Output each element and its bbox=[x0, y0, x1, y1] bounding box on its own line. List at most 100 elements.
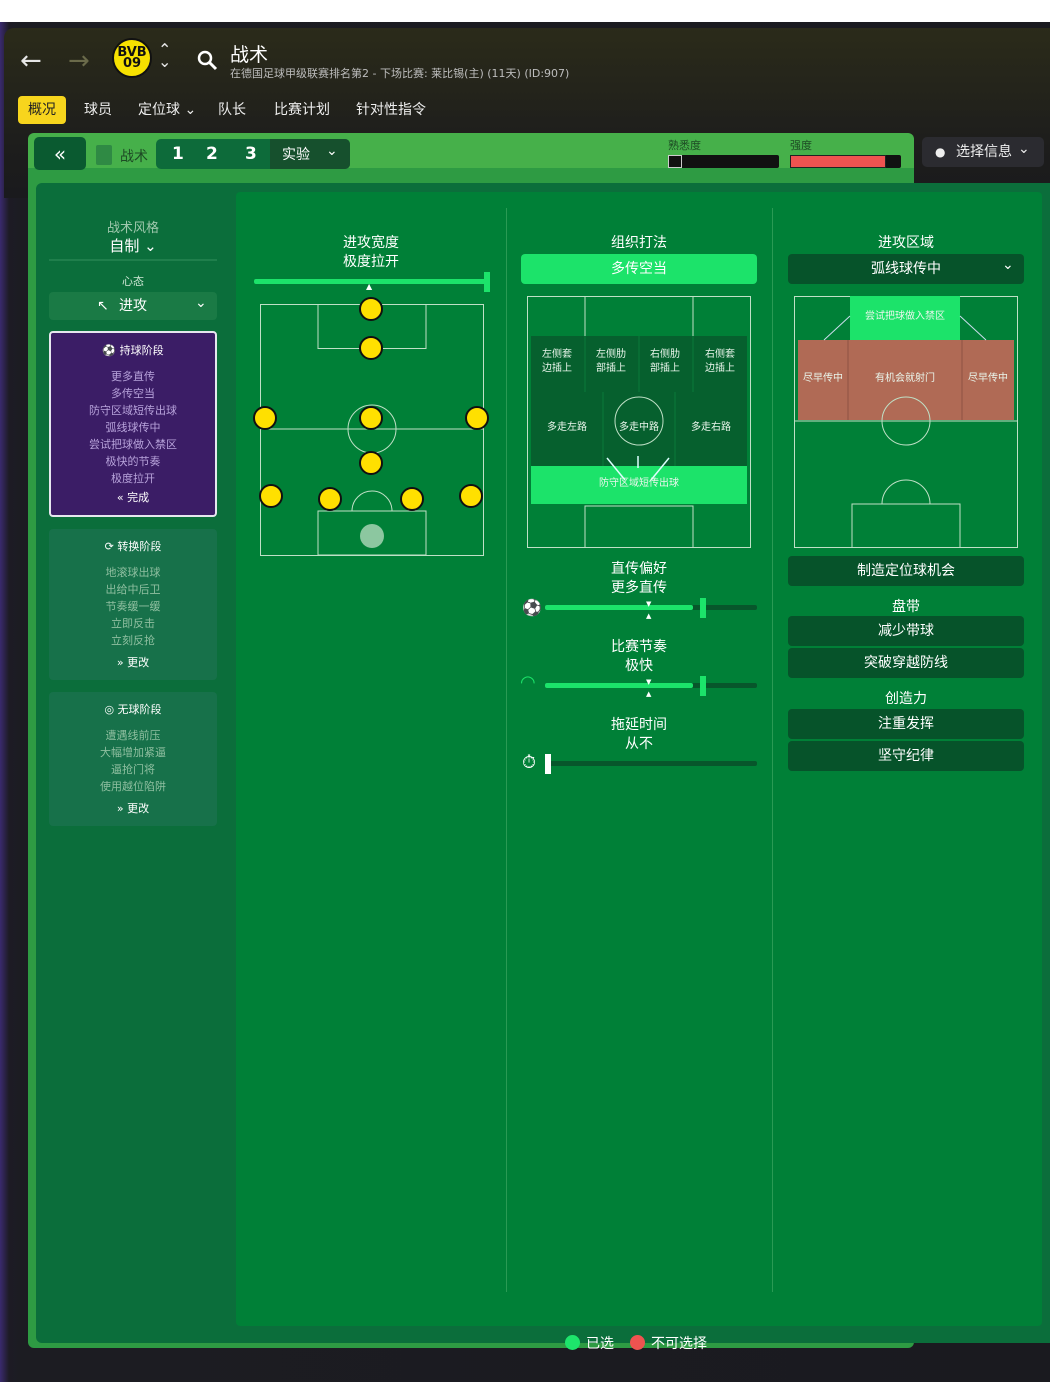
mode-dropdown[interactable]: 实验 ⌄ bbox=[270, 139, 350, 169]
list-item: 逼抢门将 bbox=[111, 763, 155, 776]
mode-label: 实验 bbox=[282, 147, 310, 163]
collapse-button[interactable]: « bbox=[34, 137, 86, 170]
intensity-fill bbox=[790, 155, 886, 168]
list-item: 更多直传 bbox=[111, 370, 155, 383]
familiarity-icon bbox=[668, 155, 682, 168]
list-item: 防守区域短传出球 bbox=[89, 404, 177, 417]
zone-cross-early-right[interactable]: 尽早传中 bbox=[962, 372, 1014, 386]
dribble-less-button[interactable]: 减少带球 bbox=[788, 616, 1024, 646]
passing-slider-handle[interactable] bbox=[700, 598, 706, 618]
familiarity-label: 熟悉度 bbox=[668, 139, 701, 152]
tab-players[interactable]: 球员 bbox=[74, 96, 122, 124]
zone-short-goal-kicks[interactable]: 防守区域短传出球 bbox=[531, 477, 747, 491]
done-button[interactable]: « 完成 bbox=[51, 489, 215, 505]
list-item: 立刻反抢 bbox=[111, 634, 155, 647]
stopwatch-icon: ⏱ bbox=[522, 752, 537, 773]
column-divider bbox=[506, 208, 507, 1292]
zone-overlap-right[interactable]: 右侧套 边插上 bbox=[695, 348, 745, 376]
crest-text: BVB 09 bbox=[117, 45, 147, 71]
attack-arrow-icon: ↖ bbox=[97, 298, 109, 314]
attack-zone-title: 进攻区域 bbox=[878, 235, 934, 251]
club-crest[interactable]: BVB 09 bbox=[112, 38, 152, 78]
select-info-button[interactable]: ● 选择信息 ⌄ bbox=[922, 137, 1044, 167]
zone-focus-right[interactable]: 多走右路 bbox=[675, 421, 747, 435]
eye-icon: ● bbox=[935, 145, 946, 159]
passing-marker: ▼ ▲ bbox=[646, 600, 652, 620]
tactic-slot-2[interactable]: 2 bbox=[206, 139, 218, 169]
zone-focus-left[interactable]: 多走左路 bbox=[531, 421, 603, 435]
column-divider bbox=[772, 208, 773, 1292]
set-pieces-button[interactable]: 制造定位球机会 bbox=[788, 556, 1024, 586]
player-right-winger[interactable] bbox=[465, 406, 489, 430]
passing-value: 更多直传 bbox=[611, 580, 667, 596]
time-wasting-slider[interactable] bbox=[545, 761, 757, 766]
attack-zone-dropdown[interactable]: 弧线球传中 ⌄ bbox=[788, 254, 1024, 284]
search-icon[interactable] bbox=[196, 49, 218, 71]
tab-opposition-instructions[interactable]: 针对性指令 bbox=[346, 96, 436, 124]
tempo-slider-fill bbox=[545, 683, 694, 688]
player-defensive-mid[interactable] bbox=[359, 451, 383, 475]
player-left-back[interactable] bbox=[259, 484, 283, 508]
change-button[interactable]: » 更改 bbox=[49, 800, 217, 816]
tempo-title: 比赛节奏 bbox=[611, 639, 667, 655]
zone-cross-early-left[interactable]: 尽早传中 bbox=[798, 372, 848, 386]
width-slider-handle[interactable] bbox=[484, 272, 490, 292]
width-title: 进攻宽度 bbox=[343, 235, 399, 251]
style-label: 战术风格 bbox=[106, 221, 159, 236]
player-left-winger[interactable] bbox=[253, 406, 277, 430]
forward-arrow-icon[interactable]: → bbox=[68, 46, 90, 76]
double-chevron-right-icon: » bbox=[116, 656, 124, 669]
select-info-label: 选择信息 bbox=[956, 144, 1012, 160]
list-item: 地滚球出球 bbox=[105, 566, 161, 579]
zone-focus-middle[interactable]: 多走中路 bbox=[603, 421, 675, 435]
transition-card[interactable]: ⟳ 转换阶段 地滚球出球 出给中后卫 节奏缓一缓 立即反击 立刻反抢 » 更改 bbox=[49, 529, 217, 680]
zone-work-into-box[interactable]: 尝试把球做入禁区 bbox=[850, 310, 960, 324]
player-right-back[interactable] bbox=[459, 484, 483, 508]
tactic-icon bbox=[96, 145, 112, 165]
zone-underlap-left[interactable]: 左侧肋 部插上 bbox=[586, 348, 636, 376]
intensity-label: 强度 bbox=[790, 139, 812, 152]
tactic-slot-3[interactable]: 3 bbox=[245, 139, 257, 169]
player-central-mid[interactable] bbox=[359, 406, 383, 430]
tab-overview[interactable]: 概况 bbox=[18, 96, 66, 124]
style-dropdown[interactable]: 自制 ⌄ bbox=[49, 235, 217, 256]
club-switch-icon[interactable]: ⌃ ⌄ bbox=[158, 42, 171, 70]
chevron-down-icon: ⌄ bbox=[144, 237, 157, 255]
mentality-dropdown[interactable]: ↖ 进攻 ⌄ bbox=[49, 292, 217, 320]
list-item: 节奏缓一缓 bbox=[105, 600, 161, 613]
player-attacking-mid[interactable] bbox=[359, 336, 383, 360]
be-expressive-button[interactable]: 注重发挥 bbox=[788, 709, 1024, 739]
page-subtitle: 在德国足球甲级联赛排名第2 - 下场比赛: 莱比锡(主) (11天) (ID:9… bbox=[230, 67, 570, 80]
in-possession-card[interactable]: ⚽ 持球阶段 更多直传 多传空当 防守区域短传出球 弧线球传中 尝试把球做入禁区… bbox=[49, 331, 217, 517]
build-up-button[interactable]: 多传空当 bbox=[521, 254, 757, 284]
out-possession-card[interactable]: ◎ 无球阶段 遭遇线前压 大幅增加紧逼 逼抢门将 使用越位陷阱 » 更改 bbox=[49, 692, 217, 826]
zone-shoot-on-sight[interactable]: 有机会就射门 bbox=[848, 372, 962, 386]
player-left-centre-back[interactable] bbox=[318, 487, 342, 511]
intensity-bar[interactable] bbox=[790, 155, 901, 168]
player-striker[interactable] bbox=[359, 297, 383, 321]
tab-captains[interactable]: 队长 bbox=[208, 96, 256, 124]
tab-set-pieces[interactable]: 定位球 ⌄ bbox=[128, 96, 206, 124]
time-wasting-slider-handle[interactable] bbox=[545, 754, 551, 774]
run-at-defence-button[interactable]: 突破穿越防线 bbox=[788, 648, 1024, 678]
in-possession-list: 更多直传 多传空当 防守区域短传出球 弧线球传中 尝试把球做入禁区 极快的节奏 … bbox=[51, 368, 215, 487]
list-item: 极快的节奏 bbox=[105, 455, 161, 468]
tab-match-plan[interactable]: 比赛计划 bbox=[264, 96, 340, 124]
list-item: 极度拉开 bbox=[111, 472, 155, 485]
zone-overlap-left[interactable]: 左侧套 边插上 bbox=[532, 348, 582, 376]
tactic-slot-1[interactable]: 1 bbox=[172, 139, 184, 169]
chevron-down-icon: ⌄ bbox=[1002, 257, 1014, 273]
familiarity-bar[interactable] bbox=[668, 155, 779, 168]
list-item: 使用越位陷阱 bbox=[100, 780, 166, 793]
zone-underlap-right[interactable]: 右侧肋 部插上 bbox=[640, 348, 690, 376]
be-disciplined-button[interactable]: 坚守纪律 bbox=[788, 741, 1024, 771]
ball-icon: ⚽ bbox=[102, 344, 117, 357]
legend-selected: 已选 bbox=[565, 1333, 614, 1353]
change-button[interactable]: » 更改 bbox=[49, 654, 217, 670]
double-chevron-right-icon: » bbox=[116, 802, 124, 815]
player-right-centre-back[interactable] bbox=[400, 487, 424, 511]
back-arrow-icon[interactable]: ← bbox=[20, 46, 42, 76]
list-item: 遭遇线前压 bbox=[105, 729, 161, 742]
tempo-slider-handle[interactable] bbox=[700, 676, 706, 696]
dribbling-title: 盘带 bbox=[892, 599, 920, 615]
